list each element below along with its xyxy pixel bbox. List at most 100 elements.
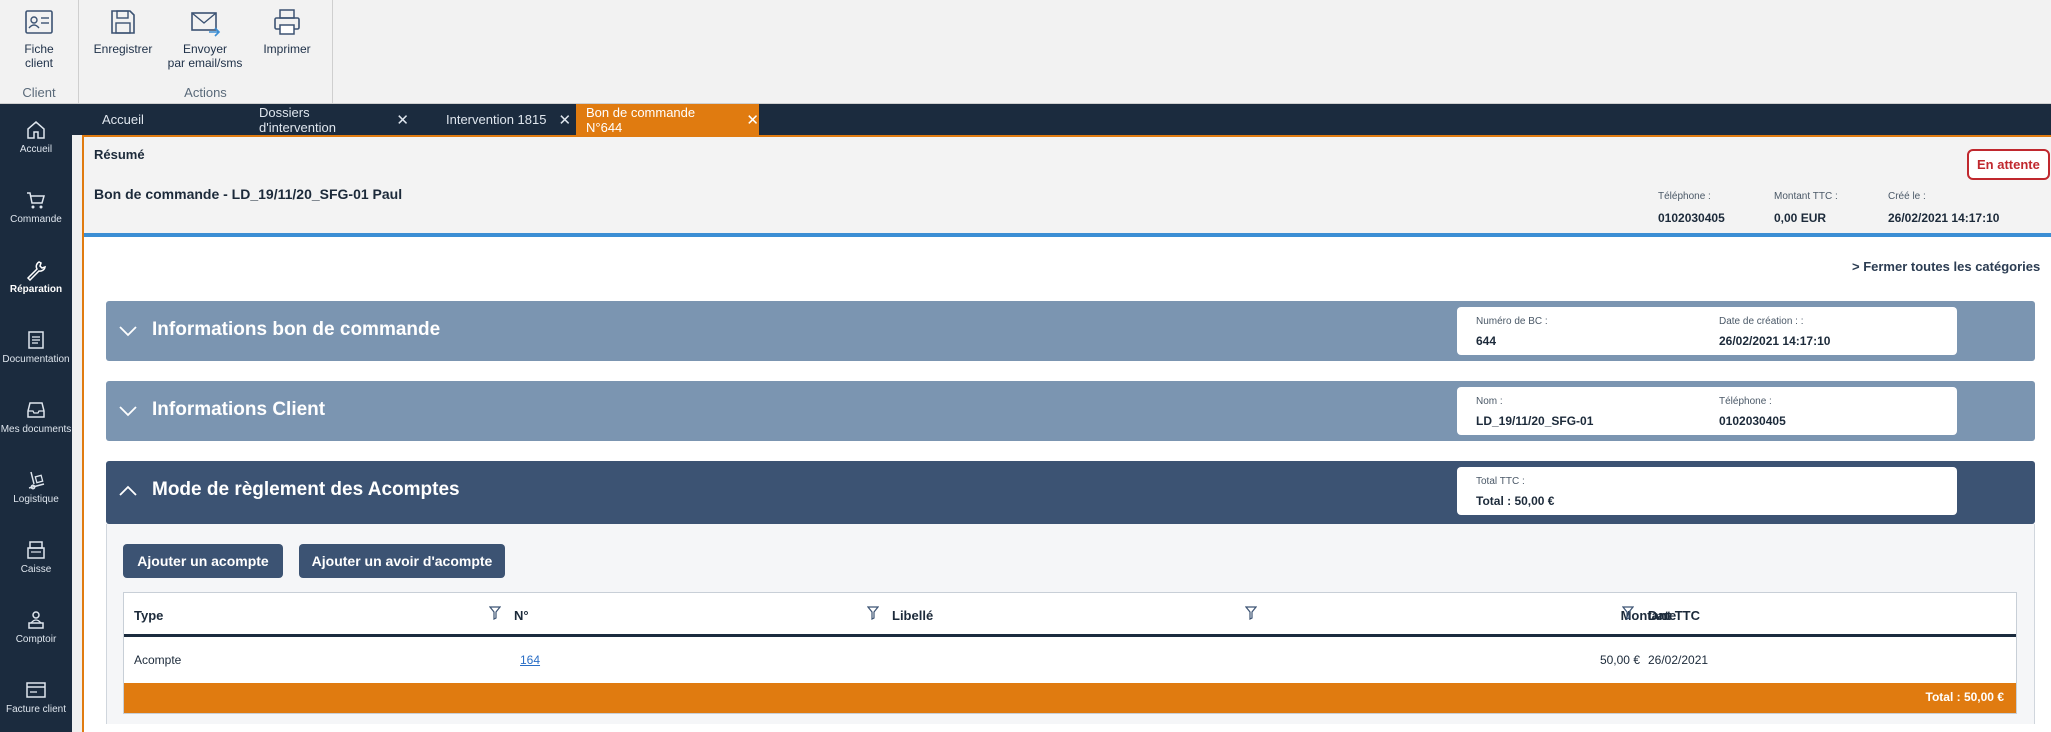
cell-numero-link[interactable]: 164	[520, 653, 540, 667]
tab-bon-de-commande[interactable]: Bon de commande N°644 ✕	[576, 104, 759, 135]
field-value: 0102030405	[1719, 414, 1786, 428]
cell-date: 26/02/2021	[1648, 653, 1709, 667]
meta-key: Téléphone :	[1658, 191, 1711, 202]
client-card-button[interactable]: Fiche client	[14, 6, 64, 70]
column-header-type[interactable]: Type	[134, 608, 163, 623]
panel-info-box: Numéro de BC : 644 Date de création : : …	[1457, 307, 1957, 355]
table-header: Type N° Libellé Montant TTC Date	[124, 593, 2016, 637]
send-email-label-2: par email/sms	[167, 56, 243, 70]
page-title: Bon de commande - LD_19/11/20_SFG-01 Pau…	[94, 186, 403, 202]
nav-item-reparation[interactable]: Réparation	[0, 244, 72, 310]
send-email-icon	[191, 12, 221, 37]
wrench-icon	[26, 261, 46, 281]
nav-item-facture-client[interactable]: Facture client	[0, 664, 72, 730]
nav-item-comptoir[interactable]: Comptoir	[0, 594, 72, 660]
counter-icon	[28, 611, 44, 629]
tab-label: Bon de commande N°644	[586, 104, 696, 135]
panel-informations-client[interactable]: Informations Client Nom : LD_19/11/20_SF…	[106, 381, 2035, 441]
print-icon	[274, 9, 300, 35]
client-card-label-2: client	[24, 56, 53, 70]
panel-title: Informations Client	[152, 399, 326, 420]
panel-info-box: Total TTC : Total : 50,00 €	[1457, 467, 1957, 515]
acomptes-panel-body: Ajouter un acompte Ajouter un avoir d'ac…	[106, 524, 2035, 724]
meta-montant-ttc: Montant TTC : 0,00 EUR	[1774, 191, 1838, 225]
document-tab-bar: Accueil Dossiers d'intervention ✕ Interv…	[72, 104, 2051, 135]
document-icon	[28, 331, 44, 349]
field-key: Téléphone :	[1719, 396, 1772, 407]
nav-label: Mes documents	[0, 424, 72, 435]
chevron-down-icon[interactable]	[118, 401, 138, 421]
field-value: LD_19/11/20_SFG-01	[1476, 414, 1594, 428]
close-all-categories-link[interactable]: > Fermer toutes les catégories	[1852, 259, 2040, 274]
save-icon	[111, 10, 135, 34]
ribbon-group-client: Fiche client Client	[0, 0, 79, 104]
panel-mode-de-reglement[interactable]: Mode de règlement des Acomptes Total TTC…	[106, 461, 2035, 524]
nav-item-logistique[interactable]: Logistique	[0, 454, 72, 520]
nav-label: Documentation	[2, 354, 70, 365]
print-label: Imprimer	[263, 42, 311, 56]
ribbon-group-label-client: Client	[22, 85, 56, 100]
meta-value: 0,00 EUR	[1774, 211, 1827, 225]
save-button[interactable]: Enregistrer	[93, 6, 153, 56]
nav-item-accueil[interactable]: Accueil	[0, 104, 72, 170]
table-row[interactable]: Acompte 164 50,00 € 26/02/2021	[124, 637, 2016, 683]
field-key: Nom :	[1476, 396, 1503, 407]
left-navigation: Accueil Commande Réparation Documentatio…	[0, 104, 72, 732]
panel-informations-bon-de-commande[interactable]: Informations bon de commande Numéro de B…	[106, 301, 2035, 361]
close-tab-icon[interactable]: ✕	[558, 111, 571, 129]
nav-label: Accueil	[19, 144, 53, 155]
inbox-icon	[27, 402, 45, 418]
nav-item-documentation[interactable]: Documentation	[0, 314, 72, 380]
tab-accueil[interactable]: Accueil	[92, 104, 252, 135]
column-header-libelle[interactable]: Libellé	[892, 608, 933, 623]
main-content: Résumé Bon de commande - LD_19/11/20_SFG…	[82, 135, 2051, 732]
panel-title: Mode de règlement des Acomptes	[152, 479, 460, 500]
filter-icon[interactable]	[489, 606, 501, 620]
field-value: 644	[1476, 334, 1497, 348]
nav-label: Logistique	[13, 494, 59, 505]
table-footer-total: Total : 50,00 €	[124, 683, 2016, 713]
meta-value: 26/02/2021 14:17:10	[1888, 211, 2000, 225]
nav-label: Commande	[10, 214, 62, 225]
add-acompte-button[interactable]: Ajouter un acompte	[123, 544, 283, 578]
ribbon-toolbar: Fiche client Client Enregistrer Envoyer …	[0, 0, 2051, 104]
field-value: 26/02/2021 14:17:10	[1719, 334, 1831, 348]
field-key: Numéro de BC :	[1476, 316, 1548, 327]
filter-icon[interactable]	[1622, 606, 1634, 620]
send-email-sms-button[interactable]: Envoyer par email/sms	[165, 6, 245, 70]
nav-item-commande[interactable]: Commande	[0, 174, 72, 240]
ribbon-group-label-actions: Actions	[184, 85, 227, 100]
meta-value: 0102030405	[1658, 211, 1725, 225]
footer-total: Total : 50,00 €	[1925, 690, 2004, 704]
close-tab-icon[interactable]: ✕	[396, 111, 409, 129]
invoice-icon	[26, 682, 46, 698]
filter-icon[interactable]	[1245, 606, 1257, 620]
add-avoir-acompte-button[interactable]: Ajouter un avoir d'acompte	[299, 544, 505, 578]
cart-icon	[27, 192, 45, 209]
tab-label: Dossiers d'intervention	[259, 104, 336, 135]
panel-title: Informations bon de commande	[152, 319, 441, 340]
nav-label: Caisse	[20, 564, 52, 575]
panel-info-box: Nom : LD_19/11/20_SFG-01 Téléphone : 010…	[1457, 387, 1957, 435]
column-header-numero[interactable]: N°	[514, 608, 529, 623]
nav-item-mes-documents[interactable]: Mes documents	[0, 384, 72, 450]
print-button[interactable]: Imprimer	[257, 6, 317, 56]
tab-intervention-1815[interactable]: Intervention 1815 ✕	[436, 104, 576, 135]
close-tab-icon[interactable]: ✕	[746, 111, 759, 129]
field-key: Date de création : :	[1719, 316, 1804, 327]
cell-montant: 50,00 €	[1599, 653, 1640, 667]
filter-icon[interactable]	[867, 606, 879, 620]
chevron-up-icon[interactable]	[118, 481, 138, 501]
cell-type: Acompte	[134, 653, 182, 667]
column-header-date[interactable]: Date	[1648, 608, 1676, 623]
nav-item-caisse[interactable]: Caisse	[0, 524, 72, 590]
cash-register-icon	[27, 541, 45, 559]
tab-dossiers-intervention[interactable]: Dossiers d'intervention ✕	[249, 104, 409, 135]
tab-label: Intervention 1815	[446, 112, 547, 127]
send-email-label-1: Envoyer	[182, 42, 228, 56]
meta-key: Montant TTC :	[1774, 191, 1838, 202]
tab-label: Accueil	[102, 112, 144, 127]
ribbon-group-actions: Enregistrer Envoyer par email/sms Imprim…	[79, 0, 333, 104]
chevron-down-icon[interactable]	[118, 321, 138, 341]
save-label: Enregistrer	[93, 42, 153, 56]
